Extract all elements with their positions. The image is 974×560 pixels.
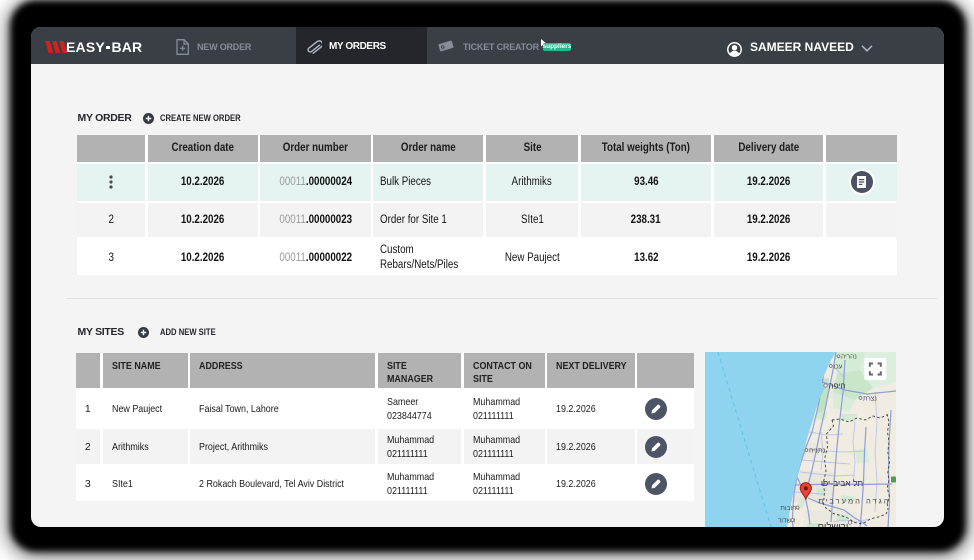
svg-text:נתניה: נתניה [809, 448, 826, 455]
svg-text:נהריה: נהריה [841, 354, 857, 361]
svg-text:עכו: עכו [834, 364, 843, 371]
svg-text:נצרת: נצרת [863, 396, 877, 403]
svg-text:הגדה המערבית: הגדה המערבית [818, 497, 890, 506]
svg-text:חיפה: חיפה [829, 382, 846, 391]
svg-text:ירושלים: ירושלים [818, 521, 849, 528]
svg-text:תל אביב-יפו: תל אביב-יפו [821, 478, 863, 488]
